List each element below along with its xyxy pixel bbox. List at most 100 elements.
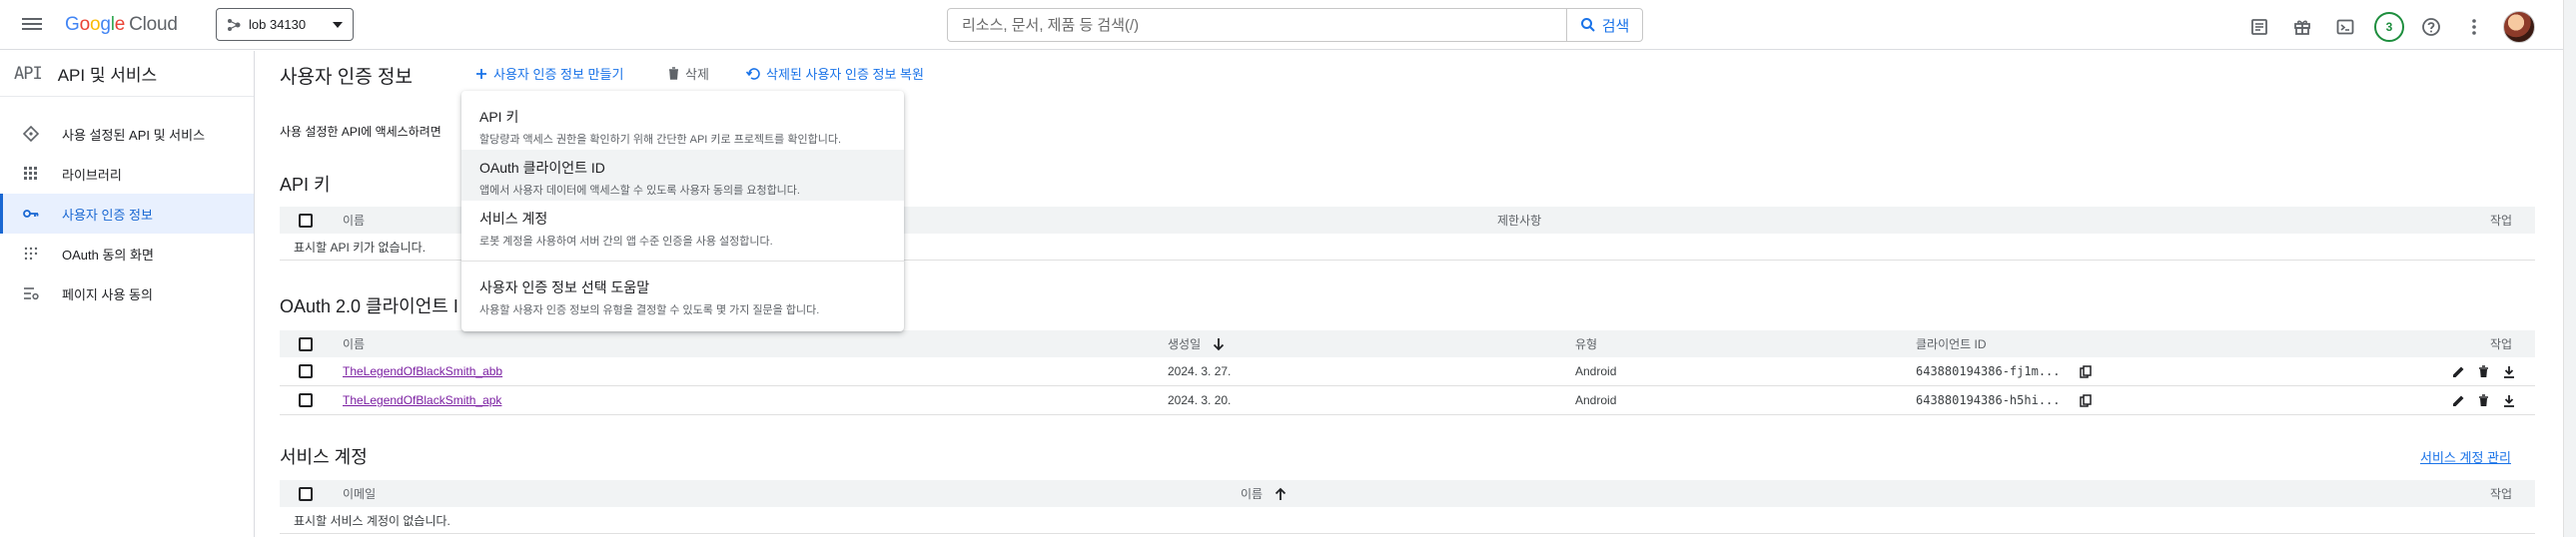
page-title: 사용자 인증 정보 — [280, 67, 413, 88]
create-credentials-label: 사용자 인증 정보 만들기 — [493, 67, 624, 82]
column-header-name: 이름 — [1241, 487, 1264, 501]
consent-icon — [22, 245, 40, 263]
copy-icon[interactable] — [2080, 393, 2092, 407]
restore-label: 삭제된 사용자 인증 정보 복원 — [766, 67, 924, 82]
service-accounts-section-title: 서비스 계정 — [280, 447, 368, 467]
restore-icon — [746, 67, 760, 80]
sidebar-item-label: 라이브러리 — [62, 167, 122, 183]
library-icon — [22, 165, 40, 183]
select-all-checkbox[interactable] — [299, 213, 313, 228]
table-header: 이메일 이름 작업 — [280, 480, 2535, 507]
restore-deleted-credentials-button[interactable]: 삭제된 사용자 인증 정보 복원 — [746, 64, 924, 83]
nav-header: API API 및 서비스 — [0, 51, 254, 97]
oauth-clients-table: 이름 생성일 유형 클라이언트 ID 작업 TheLegendOfBlackSm… — [280, 330, 2535, 415]
project-picker-button[interactable]: lob 34130 — [216, 8, 354, 41]
menu-item-description: 할당량과 액세스 권한을 확인하기 위해 간단한 API 키로 프로젝트를 확인… — [479, 134, 842, 146]
main-content: 사용자 인증 정보 사용자 인증 정보 만들기 삭제 삭제된 사용자 인증 정보… — [256, 51, 2563, 537]
notification-count-badge[interactable]: 3 — [2374, 12, 2404, 42]
client-type: Android — [1575, 364, 1617, 378]
api-keys-section-title: API 키 — [280, 175, 331, 195]
row-checkbox[interactable] — [299, 364, 313, 378]
search-button-label: 검색 — [1601, 17, 1630, 35]
column-header-type: 유형 — [1575, 337, 1598, 351]
create-credentials-menu: API 키 할당량과 액세스 권한을 확인하기 위해 간단한 API 키로 프로… — [461, 91, 904, 331]
gift-icon[interactable] — [2288, 13, 2316, 41]
project-hub-icon — [228, 18, 241, 31]
table-row: TheLegendOfBlackSmith_abb 2024. 3. 27. A… — [280, 357, 2535, 386]
search-button[interactable]: 검색 — [1566, 9, 1642, 41]
more-vert-icon[interactable] — [2460, 13, 2488, 41]
help-icon[interactable] — [2417, 13, 2445, 41]
sidebar-item-oauth-consent[interactable]: OAuth 동의 화면 — [0, 234, 254, 273]
client-name-link[interactable]: TheLegendOfBlackSmith_abb — [343, 357, 502, 385]
delete-button[interactable]: 삭제 — [668, 64, 709, 83]
menu-item-oauth-client-id[interactable]: OAuth 클라이언트 ID 앱에서 사용자 데이터에 액세스할 수 있도록 사… — [461, 150, 904, 201]
chevron-down-icon — [333, 21, 343, 28]
google-cloud-logo[interactable]: Google Cloud — [65, 14, 178, 36]
column-header-client-id: 클라이언트 ID — [1916, 337, 1987, 351]
service-accounts-table: 이메일 이름 작업 표시할 서비스 계정이 없습니다. — [280, 480, 2535, 534]
nav-title: API 및 서비스 — [57, 66, 158, 85]
sidebar-item-label: 사용 설정된 API 및 서비스 — [62, 127, 206, 143]
created-date: 2024. 3. 27. — [1168, 364, 1232, 378]
column-header-email: 이메일 — [343, 487, 377, 501]
search-bar: 검색 — [947, 8, 1643, 42]
client-id: 643880194386-h5hi... — [1916, 393, 2061, 407]
left-navigation: API API 및 서비스 사용 설정된 API 및 서비스 라이브러리 사용자… — [0, 51, 255, 537]
settings-list-icon — [22, 284, 40, 302]
key-icon — [22, 205, 40, 223]
intro-text: 사용 설정한 API에 액세스하려면 — [280, 125, 441, 139]
download-icon[interactable] — [2503, 394, 2515, 407]
column-header-actions: 작업 — [2490, 487, 2513, 501]
menu-item-description: 사용할 사용자 인증 정보의 유형을 결정할 수 있도록 몇 가지 질문을 합니… — [479, 304, 820, 316]
account-avatar[interactable] — [2503, 11, 2535, 43]
menu-item-description: 앱에서 사용자 데이터에 액세스할 수 있도록 사용자 동의를 요청합니다. — [479, 185, 800, 197]
vertical-scrollbar[interactable] — [2563, 0, 2576, 537]
select-all-checkbox[interactable] — [299, 336, 313, 351]
edit-icon[interactable] — [2452, 394, 2465, 407]
empty-state-text: 표시할 서비스 계정이 없습니다. — [280, 507, 2535, 534]
manage-service-accounts-link[interactable]: 서비스 계정 관리 — [2420, 450, 2511, 465]
sidebar-item-library[interactable]: 라이브러리 — [0, 154, 254, 194]
notes-icon[interactable] — [2245, 13, 2273, 41]
menu-item-api-key[interactable]: API 키 할당량과 액세스 권한을 확인하기 위해 간단한 API 키로 프로… — [461, 99, 904, 150]
sidebar-item-page-usage-agreement[interactable]: 페이지 사용 동의 — [0, 273, 254, 313]
plus-icon — [476, 68, 486, 79]
top-icons-group: 3 — [2245, 11, 2535, 43]
download-icon[interactable] — [2503, 365, 2515, 378]
select-all-checkbox[interactable] — [299, 486, 313, 501]
delete-icon[interactable] — [2478, 364, 2489, 378]
menu-item-title: 서비스 계정 — [479, 211, 548, 227]
column-header-actions: 작업 — [2490, 337, 2513, 351]
column-header-actions: 작업 — [2490, 214, 2513, 228]
search-input[interactable] — [948, 9, 1566, 41]
delete-icon[interactable] — [2478, 393, 2489, 407]
arrow-up-icon — [1275, 487, 1287, 500]
delete-label: 삭제 — [685, 67, 709, 82]
arrow-down-icon — [1213, 337, 1225, 350]
menu-item-title: API 키 — [479, 109, 519, 125]
top-app-bar: GoogleCloud lob 34130 검색 3 — [0, 0, 2576, 50]
search-icon — [1580, 18, 1595, 32]
menu-item-title: 사용자 인증 정보 선택 도움말 — [479, 279, 650, 295]
trash-icon — [669, 67, 678, 80]
diamond-icon — [22, 125, 40, 143]
column-header-created-sortable[interactable]: 생성일 — [1168, 330, 1225, 357]
sidebar-item-enabled-apis[interactable]: 사용 설정된 API 및 서비스 — [0, 114, 254, 154]
column-header-name: 이름 — [343, 337, 366, 351]
cloud-shell-icon[interactable] — [2331, 13, 2359, 41]
hamburger-menu-icon[interactable] — [22, 15, 42, 35]
edit-icon[interactable] — [2452, 365, 2465, 378]
sidebar-item-label: 페이지 사용 동의 — [62, 286, 153, 302]
table-header: 이름 생성일 유형 클라이언트 ID 작업 — [280, 330, 2535, 357]
client-name-link[interactable]: TheLegendOfBlackSmith_apk — [343, 386, 501, 414]
row-checkbox[interactable] — [299, 393, 313, 407]
sidebar-item-credentials[interactable]: 사용자 인증 정보 — [0, 194, 254, 234]
menu-item-service-account[interactable]: 서비스 계정 로봇 계정을 사용하여 서버 간의 앱 수준 인증을 사용 설정합… — [461, 201, 904, 252]
created-date: 2024. 3. 20. — [1168, 393, 1232, 407]
column-header-name-sortable[interactable]: 이름 — [1241, 480, 1287, 507]
create-credentials-button[interactable]: 사용자 인증 정보 만들기 — [475, 64, 623, 83]
copy-icon[interactable] — [2080, 364, 2092, 378]
column-header-name: 이름 — [343, 214, 366, 228]
menu-item-help-me-choose[interactable]: 사용자 인증 정보 선택 도움말 사용할 사용자 인증 정보의 유형을 결정할 … — [461, 269, 904, 320]
